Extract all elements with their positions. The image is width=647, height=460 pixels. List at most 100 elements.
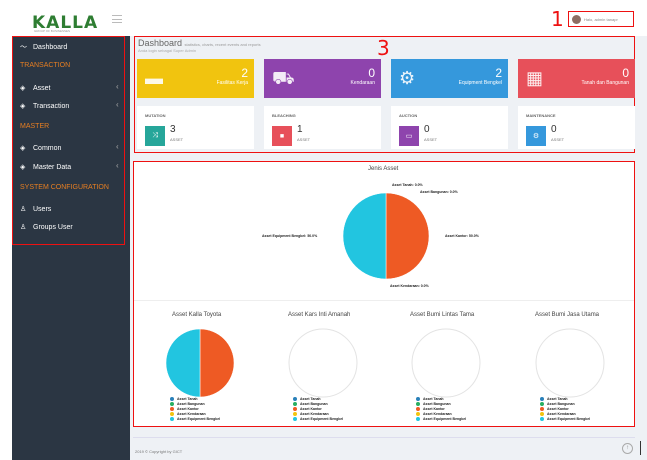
sidebar-item-transaction[interactable]: ◈ Transaction <box>20 102 70 111</box>
chart-legend: Asset Tanah Asset Bangunan Asset Kantor Ass… <box>416 396 466 421</box>
brand-tagline: GROUP OF BUSINESSES <box>34 29 70 33</box>
chart-title: Asset Kalla Toyota <box>172 312 222 318</box>
cursor-line <box>640 441 641 455</box>
user-icon: ♙ <box>20 206 27 213</box>
page-title-small: statistics, charts, recent events and re… <box>184 42 261 47</box>
legend-label: Asset Tanah <box>177 396 198 401</box>
sidebar-section-transaction: TRANSACTION <box>20 62 71 69</box>
chart-legend: Asset Tanah Asset Bangunan Asset Kantor Ass… <box>540 396 590 421</box>
legend-label: Asset Bangunan <box>423 401 451 406</box>
legend-label: Asset Tanah <box>547 396 568 401</box>
page-title: Dashboard statistics, charts, recent eve… <box>138 38 261 48</box>
legend-dot <box>416 411 420 416</box>
stat-card-equipment-bengkel[interactable]: ⚙ 2 Equipment Bengkel <box>391 59 508 98</box>
mini-card-bleaching[interactable]: BLEACHING ■ 1 ASSET <box>264 106 381 149</box>
legend-dot <box>293 396 297 401</box>
sidebar-item-asset[interactable]: ◈ Asset <box>20 84 51 93</box>
stat-label: Equipment Bengkel <box>458 80 502 86</box>
legend-label: Asset Bangunan <box>300 401 328 406</box>
legend-label: Asset Kantor <box>300 406 322 411</box>
stat-value: 2 <box>241 66 248 80</box>
legend-label: Asset Tanah <box>300 396 321 401</box>
legend-item[interactable]: Asset Equipment Bengkel <box>416 416 466 421</box>
layers-icon: ◈ <box>20 145 26 152</box>
mini-card-value: 1 <box>297 124 303 135</box>
stat-value: 2 <box>495 66 502 80</box>
chart-title: Asset Bumi Lintas Tama <box>410 312 475 318</box>
engine-icon: ⚙ <box>399 68 416 88</box>
legend-dot <box>293 411 297 416</box>
chevron-left-icon[interactable]: ‹ <box>116 161 119 170</box>
layers-icon: ◈ <box>20 164 26 171</box>
sidebar-item-label: Dashboard <box>33 43 68 51</box>
chevron-left-icon[interactable]: ‹ <box>116 100 119 109</box>
sidebar-item-label: Transaction <box>33 102 70 110</box>
legend-dot <box>170 416 174 421</box>
mini-card-unit: ASSET <box>297 137 311 142</box>
menu-toggle-icon[interactable] <box>112 15 122 23</box>
sidebar-item-users[interactable]: ♙ Users <box>20 205 52 214</box>
stat-label: Kendaraan <box>350 80 375 86</box>
footer-copyright: 2019 © Copyright by GICT <box>135 449 183 454</box>
sidebar-item-common[interactable]: ◈ Common <box>20 144 62 153</box>
legend-dot <box>416 401 420 406</box>
legend-dot <box>170 411 174 416</box>
chart-divider <box>134 300 634 301</box>
pie-chart-kalla-toyota <box>165 328 235 398</box>
legend-label: Asset Kantor <box>547 406 569 411</box>
mini-card-auction[interactable]: AUCTION ▭ 0 ASSET <box>391 106 508 149</box>
stat-card-tanah-bangunan[interactable]: ▦ 0 Tanah dan Bangunan <box>518 59 635 98</box>
stat-value: 0 <box>622 66 629 80</box>
pie-slice-asset-kantor[interactable] <box>385 192 430 280</box>
chart-legend: Asset Tanah Asset Bangunan Asset Kantor Ass… <box>293 396 343 421</box>
legend-label: Asset Equipment Bengkel <box>547 416 591 421</box>
mini-card-title: MUTATION <box>145 113 166 118</box>
page-subtitle: Anda login sebagai Super Admin <box>138 48 197 53</box>
layers-icon: ◈ <box>20 103 26 110</box>
page-title-text: Dashboard <box>138 38 183 48</box>
legend-dot <box>293 416 297 421</box>
sidebar-item-master-data[interactable]: ◈ Master Data <box>20 163 72 172</box>
legend-item[interactable]: Asset Equipment Bengkel <box>540 416 590 421</box>
user-icon: ♙ <box>20 224 27 231</box>
sidebar-item-dashboard[interactable]: 〜 Dashboard <box>20 42 67 52</box>
pie-data-label: Asset Tanah: 0.0% <box>392 183 423 187</box>
sidebar-item-label: Common <box>33 144 62 152</box>
stat-card-kendaraan[interactable]: ⛟ 0 Kendaraan <box>264 59 381 98</box>
mini-card-mutation[interactable]: MUTATION ⤨ 3 ASSET <box>137 106 254 149</box>
layers-icon: ◈ <box>20 85 26 92</box>
legend-label: Asset Bangunan <box>547 401 575 406</box>
sidebar-section-master: MASTER <box>20 123 50 130</box>
bus-icon: ⛟ <box>272 68 295 88</box>
user-menu[interactable]: Halo, admin tanapr <box>568 11 634 27</box>
mini-card-title: MAINTENANCE <box>526 113 556 118</box>
sidebar-item-label: Groups User <box>33 223 73 231</box>
pie-slice-asset-equipment-bengkel[interactable] <box>165 328 201 398</box>
legend-item[interactable]: Asset Equipment Bengkel <box>293 416 343 421</box>
footer-divider <box>133 437 635 438</box>
pie-chart-bumi-jasa-utama <box>535 328 605 398</box>
pie-slice-asset-equipment-bengkel[interactable] <box>342 192 387 280</box>
sidebar-item-label: Master Data <box>33 163 72 171</box>
chevron-left-icon[interactable]: ‹ <box>116 82 119 91</box>
scroll-top-icon[interactable]: ↑ <box>622 443 633 454</box>
legend-label: Asset Kendaraan <box>423 411 452 416</box>
legend-dot <box>416 396 420 401</box>
mini-card-maintenance[interactable]: MAINTENANCE ⚙ 0 ASSET <box>518 106 635 149</box>
legend-label: Asset Equipment Bengkel <box>177 416 221 421</box>
sidebar-item-groups-user[interactable]: ♙ Groups User <box>20 223 73 232</box>
pie-data-label: Asset Kendaraan: 0.0% <box>390 284 429 288</box>
legend-label: Asset Kendaraan <box>177 411 206 416</box>
chart-title: Asset Kars Inti Amanah <box>288 312 351 318</box>
legend-label: Asset Equipment Bengkel <box>423 416 467 421</box>
pie-slice-asset-kantor[interactable] <box>199 328 235 398</box>
sidebar-item-label: Users <box>33 205 52 213</box>
legend-item[interactable]: Asset Equipment Bengkel <box>170 416 220 421</box>
legend-dot <box>540 411 544 416</box>
chart-title: Asset Bumi Jasa Utama <box>535 312 600 318</box>
stat-card-fasilitas-kerja[interactable]: ▬ 2 Fasilitas Kerja <box>137 59 254 98</box>
chevron-left-icon[interactable]: ‹ <box>116 142 119 151</box>
pie-data-label: Asset Equipment Bengkel: 50.0% <box>262 234 318 238</box>
pie-chart-bumi-lintas-tama <box>411 328 481 398</box>
shuffle-icon: ⤨ <box>145 126 165 146</box>
